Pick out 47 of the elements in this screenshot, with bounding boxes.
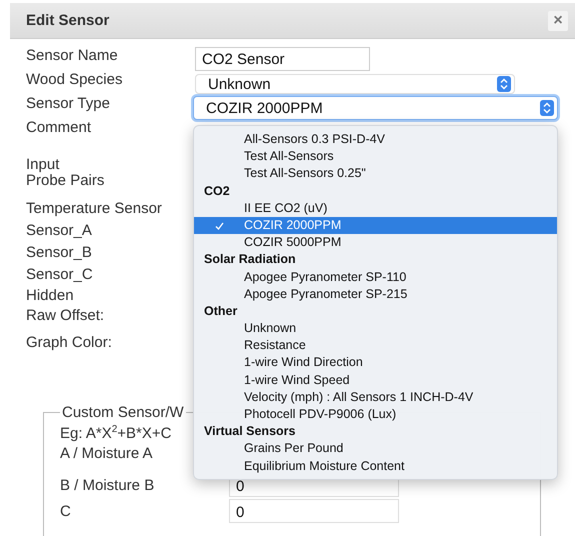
field-label: B / Moisture B [60,476,156,494]
menu-option[interactable]: Grains Per Pound [194,440,557,458]
field-label: Raw Offset: [26,306,106,326]
field-label: Sensor_A [26,221,93,241]
formula-text: Eg: A*X$^{2}$+B*X+C [60,425,172,443]
field-label: Sensor Type [26,94,111,114]
sensor-name-field[interactable]: CO2 Sensor [195,47,370,71]
option-group-header: Virtual Sensors [203,423,296,440]
field-label: Temperature Sensor [26,199,163,219]
sensor-type-select[interactable]: COZIR 2000PPM [193,96,558,120]
stepper-icon [540,100,554,116]
group-legend: Custom Sensor/W [60,404,186,421]
menu-option[interactable]: Test All-Sensors [194,148,557,166]
menu-option[interactable]: 1-wire Wind Direction [194,354,557,372]
menu-option[interactable]: Apogee Pyranometer SP-215 [194,286,557,303]
menu-option[interactable]: Unknown [194,320,557,338]
wood-species-select[interactable]: Unknown [195,74,515,94]
option-group-header: Solar Radiation [203,251,297,268]
option-group-header: CO2 [203,182,231,200]
field-label: Graph Color: [26,333,113,353]
menu-option[interactable]: COZIR 2000PPM [194,216,557,234]
field-label: Sensor_B [26,243,93,263]
field-label: C [60,502,72,520]
menu-option[interactable]: II EE CO2 (uV) [194,200,557,217]
menu-option[interactable]: All-Sensors 0.3 PSI-D-4V [194,131,557,148]
close-button[interactable]: × [548,10,568,30]
menu-option[interactable]: Equilibrium Moisture Content [194,458,557,475]
menu-option[interactable]: Photocell PDV-P9006 (Lux) [194,406,557,424]
field-label: Sensor_C [26,265,94,285]
field-label: A / Moisture A [60,445,154,463]
menu-option[interactable]: Velocity (mph) : All Sensors 1 INCH-D-4V [194,388,557,406]
menu-option[interactable]: 1-wire Wind Speed [194,372,557,389]
field-label: Wood Species [26,70,124,90]
menu-option[interactable]: COZIR 5000PPM [194,234,557,252]
field-label: Probe Pairs [26,173,106,189]
menu-option[interactable]: Test All-Sensors 0.25" [194,165,557,183]
coefficient-field[interactable]: 0 [229,499,399,523]
option-group-header: Other [203,302,238,320]
field-label: Comment [26,118,92,138]
menu-option[interactable]: Resistance [194,337,557,354]
checkmark-icon [214,222,224,230]
stepper-icon [497,76,511,92]
field-label: Hidden [26,286,75,306]
field-label: Sensor Name [26,46,119,66]
menu-option[interactable]: Apogee Pyranometer SP-110 [194,268,557,286]
field-label: Input [26,157,60,173]
dialog-title: Edit Sensor [26,12,110,29]
